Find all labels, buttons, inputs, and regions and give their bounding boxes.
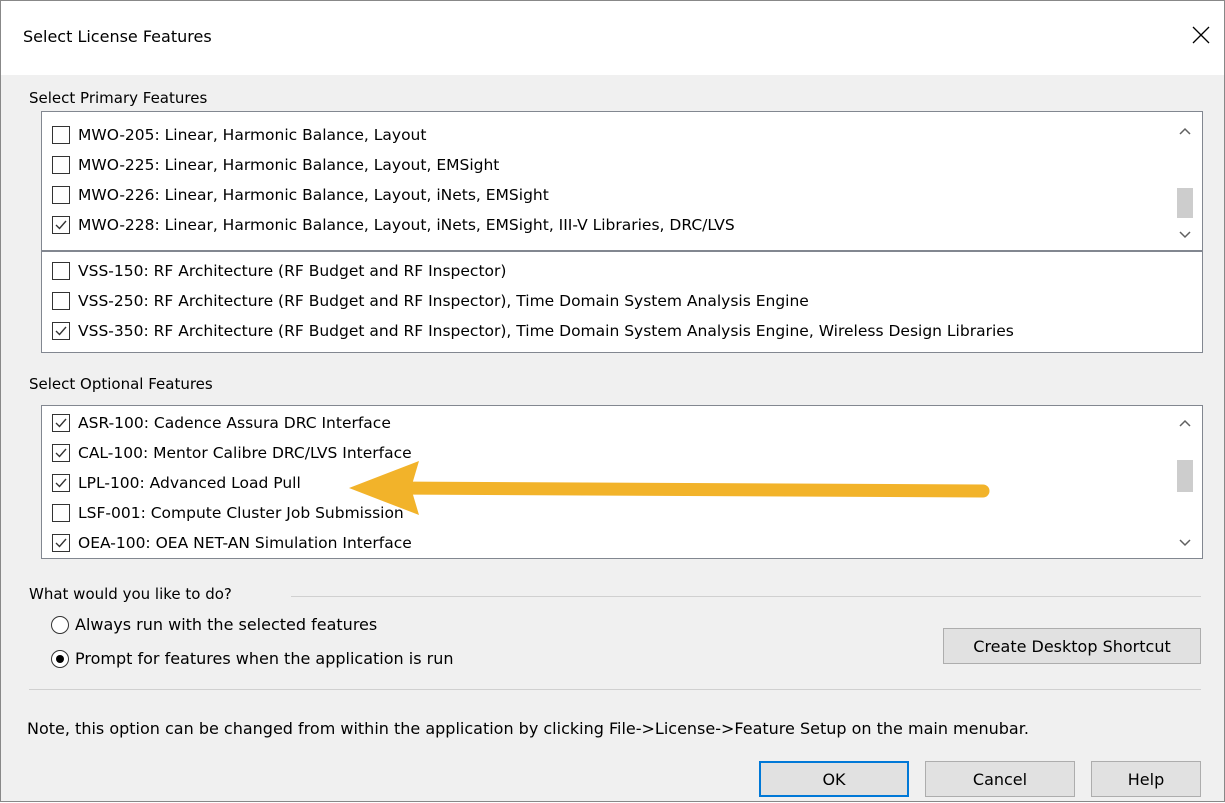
- list-item[interactable]: VSS-350: RF Architecture (RF Budget and …: [52, 316, 1014, 346]
- list-item[interactable]: MWO-225: Linear, Harmonic Balance, Layou…: [52, 150, 499, 180]
- chevron-down-icon: [1179, 539, 1191, 547]
- scroll-thumb[interactable]: [1177, 188, 1193, 218]
- scroll-down-button[interactable]: [1168, 530, 1202, 556]
- checkbox[interactable]: [52, 292, 70, 310]
- list-item[interactable]: CAL-100: Mentor Calibre DRC/LVS Interfac…: [52, 438, 412, 468]
- list-item[interactable]: MWO-228: Linear, Harmonic Balance, Layou…: [52, 210, 735, 240]
- ok-button[interactable]: OK: [759, 761, 909, 797]
- license-features-dialog: Select License Features Select Primary F…: [0, 0, 1225, 802]
- vss-feature-list[interactable]: VSS-150: RF Architecture (RF Budget and …: [41, 251, 1203, 353]
- radio-button[interactable]: [51, 649, 69, 668]
- dialog-body: Select Primary Features MWO-205: Linear,…: [1, 75, 1224, 801]
- list-item[interactable]: LSF-001: Compute Cluster Job Submission: [52, 498, 404, 528]
- check-icon: [55, 448, 67, 458]
- optional-feature-list[interactable]: ASR-100: Cadence Assura DRC Interface CA…: [41, 405, 1203, 559]
- checkbox[interactable]: [52, 444, 70, 462]
- mwo-scrollbar[interactable]: [1168, 112, 1202, 250]
- radio-always-run[interactable]: Always run with the selected features: [51, 615, 377, 634]
- radio-label: Always run with the selected features: [75, 615, 378, 634]
- chevron-up-icon: [1179, 127, 1191, 135]
- separator: [29, 689, 1201, 690]
- list-item-label: MWO-225: Linear, Harmonic Balance, Layou…: [78, 156, 500, 174]
- help-button[interactable]: Help: [1091, 761, 1201, 797]
- group-divider: [291, 596, 1201, 597]
- checkbox[interactable]: [52, 534, 70, 552]
- dialog-title: Select License Features: [23, 27, 212, 46]
- check-icon: [55, 418, 67, 428]
- list-item-label: CAL-100: Mentor Calibre DRC/LVS Interfac…: [78, 444, 412, 462]
- list-item-label: LSF-001: Compute Cluster Job Submission: [78, 504, 404, 522]
- scroll-up-button[interactable]: [1168, 410, 1202, 436]
- radio-button[interactable]: [51, 615, 69, 634]
- checkbox[interactable]: [52, 186, 70, 204]
- list-item-label: MWO-226: Linear, Harmonic Balance, Layou…: [78, 186, 549, 204]
- chevron-down-icon: [1179, 231, 1191, 239]
- checkbox[interactable]: [52, 414, 70, 432]
- check-icon: [55, 220, 67, 230]
- scroll-thumb[interactable]: [1177, 460, 1193, 492]
- title-bar: Select License Features: [1, 1, 1224, 75]
- radio-dot: [56, 654, 64, 663]
- check-icon: [55, 538, 67, 548]
- check-icon: [55, 326, 67, 336]
- radio-prompt[interactable]: Prompt for features when the application…: [51, 649, 453, 668]
- list-item[interactable]: VSS-250: RF Architecture (RF Budget and …: [52, 286, 809, 316]
- list-item[interactable]: MWO-226: Linear, Harmonic Balance, Layou…: [52, 180, 549, 210]
- list-item-label: LPL-100: Advanced Load Pull: [78, 474, 301, 492]
- list-item[interactable]: LPL-100: Advanced Load Pull: [52, 468, 301, 498]
- list-item[interactable]: VSS-150: RF Architecture (RF Budget and …: [52, 256, 506, 286]
- list-item-label: MWO-205: Linear, Harmonic Balance, Layou…: [78, 126, 427, 144]
- list-item[interactable]: MWO-205: Linear, Harmonic Balance, Layou…: [52, 120, 426, 150]
- checkbox[interactable]: [52, 156, 70, 174]
- list-item[interactable]: ASR-100: Cadence Assura DRC Interface: [52, 408, 391, 438]
- list-item-label: VSS-250: RF Architecture (RF Budget and …: [78, 292, 809, 310]
- scroll-down-button[interactable]: [1168, 222, 1202, 248]
- list-item-label: MWO-228: Linear, Harmonic Balance, Layou…: [78, 216, 735, 234]
- checkbox[interactable]: [52, 126, 70, 144]
- checkbox[interactable]: [52, 504, 70, 522]
- checkbox[interactable]: [52, 262, 70, 280]
- note-text: Note, this option can be changed from wi…: [27, 719, 1029, 738]
- create-desktop-shortcut-button[interactable]: Create Desktop Shortcut: [943, 628, 1201, 664]
- list-item-label: OEA-100: OEA NET-AN Simulation Interface: [78, 534, 412, 552]
- list-item-label: VSS-350: RF Architecture (RF Budget and …: [78, 322, 1014, 340]
- primary-features-label: Select Primary Features: [29, 89, 208, 107]
- list-item[interactable]: OEA-100: OEA NET-AN Simulation Interface: [52, 528, 412, 558]
- check-icon: [55, 478, 67, 488]
- cancel-button[interactable]: Cancel: [925, 761, 1075, 797]
- checkbox[interactable]: [52, 216, 70, 234]
- radio-label: Prompt for features when the application…: [75, 649, 454, 668]
- scroll-up-button[interactable]: [1168, 118, 1202, 144]
- action-group-label: What would you like to do?: [29, 585, 232, 603]
- checkbox[interactable]: [52, 474, 70, 492]
- close-icon: [1192, 26, 1210, 44]
- optional-features-label: Select Optional Features: [29, 375, 213, 393]
- checkbox[interactable]: [52, 322, 70, 340]
- list-item-label: ASR-100: Cadence Assura DRC Interface: [78, 414, 391, 432]
- list-item-label: VSS-150: RF Architecture (RF Budget and …: [78, 262, 507, 280]
- chevron-up-icon: [1179, 419, 1191, 427]
- optional-scrollbar[interactable]: [1168, 406, 1202, 558]
- close-button[interactable]: [1178, 15, 1224, 55]
- mwo-feature-list[interactable]: MWO-205: Linear, Harmonic Balance, Layou…: [41, 111, 1203, 251]
